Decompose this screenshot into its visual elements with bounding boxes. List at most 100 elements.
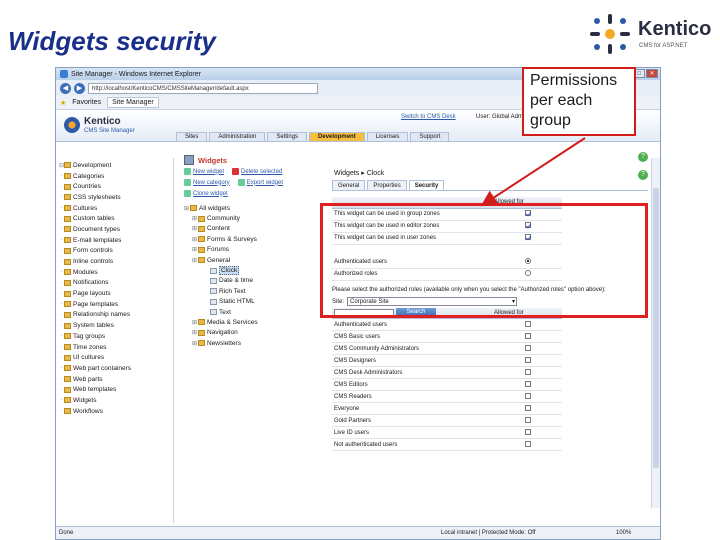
- tree-item-relationship-names[interactable]: · Relationship names: [59, 310, 170, 321]
- widget-text[interactable]: Text: [184, 307, 324, 317]
- role-row: Not authenticated users: [332, 438, 562, 451]
- tab-properties[interactable]: Properties: [367, 180, 407, 190]
- cms-brand: Kentico: [84, 116, 121, 127]
- tree-item-inline-controls[interactable]: · Inline controls: [59, 256, 170, 267]
- role-checkbox[interactable]: [525, 356, 531, 363]
- zone-checkbox[interactable]: [525, 210, 531, 216]
- tree-root[interactable]: ⊟ Development: [59, 160, 170, 171]
- widget-category-community[interactable]: ⊞ Community: [184, 213, 324, 223]
- widget-category-general[interactable]: ⊞ General: [184, 255, 324, 265]
- tree-item-document-types[interactable]: · Document types: [59, 224, 170, 235]
- tree-item-categories[interactable]: · Categories: [59, 171, 170, 182]
- tree-item-page-templates[interactable]: · Page templates: [59, 299, 170, 310]
- tab-security[interactable]: Security: [408, 180, 445, 190]
- tree-item-cultures[interactable]: · Cultures: [59, 203, 170, 214]
- export-widget-link[interactable]: Export widget: [237, 179, 283, 186]
- tree-item-system-tables[interactable]: · System tables: [59, 320, 170, 331]
- role-checkbox[interactable]: [525, 392, 531, 399]
- tree-item-time-zones[interactable]: · Time zones: [59, 342, 170, 353]
- switch-to-desk-link[interactable]: Switch to CMS Desk: [401, 114, 456, 120]
- close-button[interactable]: ✕: [646, 69, 658, 78]
- zone-checkbox[interactable]: [525, 222, 531, 228]
- zone-checkbox[interactable]: [525, 234, 531, 240]
- development-tree: ⊟ Development · Categories · Countries · CSS…: [56, 158, 174, 523]
- widget-static-html[interactable]: Static HTML: [184, 297, 324, 307]
- detail-tabs: General Properties Security: [332, 180, 648, 191]
- widget-category-forms-surveys[interactable]: ⊞ Forms & Surveys: [184, 234, 324, 244]
- vertical-scrollbar[interactable]: [651, 158, 660, 508]
- role-checkbox[interactable]: [525, 440, 531, 447]
- widget-rich-text[interactable]: Rich Text: [184, 286, 324, 296]
- site-label: Site:: [332, 298, 345, 305]
- tree-item-custom-tables[interactable]: · Custom tables: [59, 213, 170, 224]
- roles-note: Please select the authorized roles (avai…: [332, 286, 606, 293]
- tree-item-workflows[interactable]: · Workflows: [59, 406, 170, 417]
- site-select[interactable]: Corporate Site: [347, 297, 518, 306]
- role-checkbox[interactable]: [525, 332, 531, 339]
- role-checkbox[interactable]: [525, 416, 531, 423]
- browser-tab[interactable]: Site Manager: [107, 97, 159, 108]
- tree-item-page-layouts[interactable]: · Page layouts: [59, 288, 170, 299]
- logo-wordmark: Kentico: [638, 18, 712, 40]
- tree-item-tag-groups[interactable]: · Tag groups: [59, 331, 170, 342]
- access-radio[interactable]: [525, 270, 531, 276]
- widget-date-time[interactable]: Date & time: [184, 276, 324, 286]
- tree-item-modules[interactable]: · Modules: [59, 267, 170, 278]
- nav-settings[interactable]: Settings: [267, 132, 308, 141]
- zone-permission-row: This widget can be used in group zones: [332, 208, 562, 221]
- search-button[interactable]: Search: [396, 308, 436, 318]
- tree-item-widgets[interactable]: · Widgets: [59, 395, 170, 406]
- favorites-button[interactable]: Favorites: [72, 99, 101, 106]
- widget-clock[interactable]: Clock: [184, 265, 324, 276]
- nav-development[interactable]: Development: [309, 132, 365, 141]
- clone-widget-link[interactable]: Clone widget: [184, 190, 228, 197]
- nav-sites[interactable]: Sites: [176, 132, 208, 141]
- tree-item-countries[interactable]: · Countries: [59, 181, 170, 192]
- tab-general[interactable]: General: [332, 180, 366, 190]
- role-checkbox[interactable]: [525, 380, 531, 387]
- tree-item-css-stylesheets[interactable]: · CSS stylesheets: [59, 192, 170, 203]
- role-checkbox[interactable]: [525, 404, 531, 411]
- tree-item-e-mail-templates[interactable]: · E-mail templates: [59, 235, 170, 246]
- nav-support[interactable]: Support: [410, 132, 450, 141]
- help-icon[interactable]: ?: [638, 152, 648, 162]
- role-search-input[interactable]: [334, 308, 394, 317]
- role-checkbox[interactable]: [525, 344, 531, 351]
- role-row: Everyone: [332, 402, 562, 415]
- widgets-panel: Widgets New widget Delete selected New c…: [180, 152, 328, 522]
- nav-administration[interactable]: Administration: [209, 132, 266, 141]
- widget-category-navigation[interactable]: ⊞ Navigation: [184, 328, 324, 338]
- star-icon: ★: [60, 99, 67, 107]
- nav-licenses[interactable]: Licenses: [366, 132, 409, 141]
- forward-button[interactable]: ▶: [74, 82, 85, 94]
- tree-item-notifications[interactable]: · Notifications: [59, 278, 170, 289]
- role-checkbox[interactable]: [525, 368, 531, 375]
- zone-permission-row: This widget can be used in editor zones: [332, 220, 562, 233]
- widget-category-forums[interactable]: ⊞ Forums: [184, 245, 324, 255]
- tree-item-web-templates[interactable]: · Web templates: [59, 384, 170, 395]
- back-button[interactable]: ◀: [60, 82, 71, 94]
- access-radio[interactable]: [525, 257, 531, 264]
- role-checkbox[interactable]: [525, 320, 531, 327]
- kentico-small-logo-icon: [64, 117, 80, 133]
- url-input[interactable]: http://localhost/KenticoCMS/CMSSiteManag…: [88, 82, 318, 94]
- tree-item-web-parts[interactable]: · Web parts: [59, 374, 170, 385]
- zoom-level[interactable]: 100%: [616, 530, 631, 536]
- new-category-link[interactable]: New category: [184, 179, 230, 186]
- widget-tree-root[interactable]: ⊞ All widgets: [184, 203, 324, 213]
- role-checkbox[interactable]: [525, 428, 531, 435]
- widget-category-media-services[interactable]: ⊞ Media & Services: [184, 317, 324, 327]
- delete-selected-link[interactable]: Delete selected: [232, 168, 282, 175]
- access-option-row: Authorized roles: [332, 268, 562, 281]
- tree-item-ui-cultures[interactable]: · UI cultures: [59, 352, 170, 363]
- browser-screenshot: Site Manager - Windows Internet Explorer…: [55, 67, 661, 540]
- zone-permissions-table: Allowed for This widget can be used in g…: [332, 197, 562, 281]
- widget-category-newsletters[interactable]: ⊞ Newsletters: [184, 338, 324, 348]
- new-widget-link[interactable]: New widget: [184, 168, 224, 175]
- tree-item-web-part-containers[interactable]: · Web part containers: [59, 363, 170, 374]
- kentico-logo: Kentico CMS for ASP.NET: [588, 12, 718, 56]
- widget-category-content[interactable]: ⊞ Content: [184, 224, 324, 234]
- tree-item-form-controls[interactable]: · Form controls: [59, 246, 170, 257]
- cms-brand-sub: CMS Site Manager: [84, 128, 135, 134]
- role-row: Gold Partners: [332, 414, 562, 427]
